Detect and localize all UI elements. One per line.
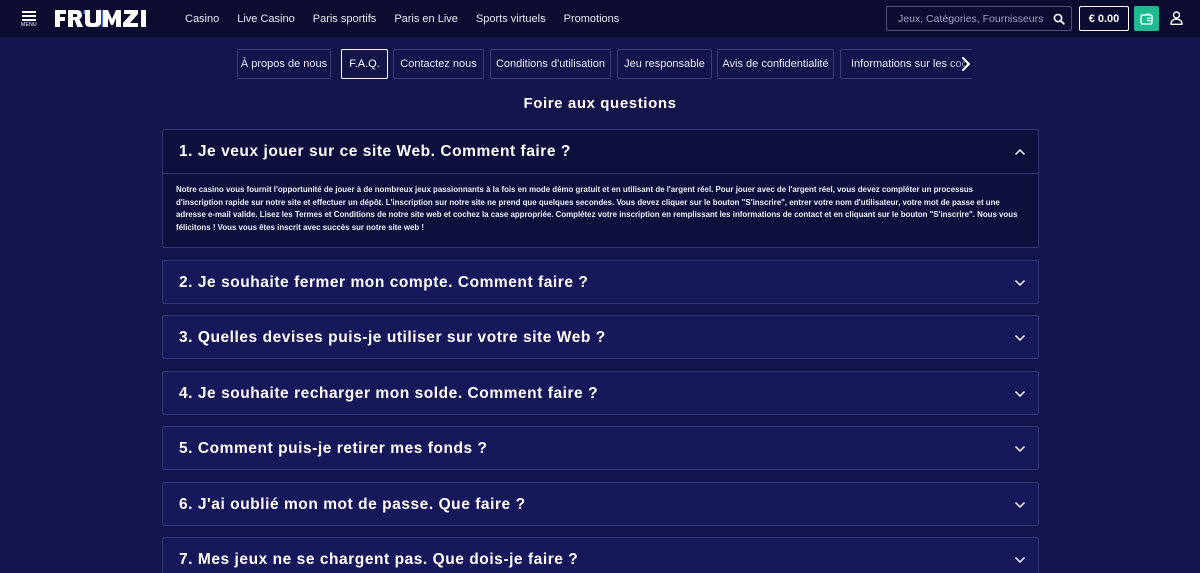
faq-question-toggle[interactable]: 1. Je veux jouer sur ce site Web. Commen… (163, 130, 1038, 173)
hamburger-icon-line (22, 19, 36, 21)
faq-item: 4. Je souhaite recharger mon solde. Comm… (162, 371, 1039, 415)
nav-paris-en-live[interactable]: Paris en Live (394, 13, 458, 25)
wallet-button[interactable] (1134, 6, 1159, 31)
faq-answer: Notre casino vous fournit l'opportunité … (163, 173, 1038, 246)
faq-question: 7. Mes jeux ne se chargent pas. Que dois… (179, 550, 579, 568)
menu-button[interactable]: MENU (16, 9, 42, 29)
user-account-button[interactable] (1166, 8, 1186, 28)
faq-question-toggle[interactable]: 2. Je souhaite fermer mon compte. Commen… (163, 261, 1038, 304)
balance-button[interactable]: € 0.00 (1079, 6, 1129, 31)
chevron-down-icon (1015, 556, 1025, 563)
tab-informations-cookies[interactable]: Informations sur les coo (840, 49, 972, 79)
chevron-up-icon (1015, 148, 1025, 155)
faq-question: 4. Je souhaite recharger mon solde. Comm… (179, 384, 599, 402)
faq-question-toggle[interactable]: 6. J'ai oublié mon mot de passe. Que fai… (163, 483, 1038, 526)
nav-paris-sportifs[interactable]: Paris sportifs (313, 13, 377, 25)
faq-question-toggle[interactable]: 7. Mes jeux ne se chargent pas. Que dois… (163, 538, 1038, 573)
search-box (886, 6, 1072, 31)
nav-live-casino[interactable]: Live Casino (237, 13, 294, 25)
menu-label: MENU (21, 22, 37, 28)
chevron-down-icon (1015, 501, 1025, 508)
frumzi-logo[interactable] (54, 9, 169, 28)
search-icon[interactable] (1047, 7, 1071, 30)
faq-item: 1. Je veux jouer sur ce site Web. Commen… (162, 129, 1039, 248)
faq-question: 1. Je veux jouer sur ce site Web. Commen… (179, 142, 571, 160)
faq-question-toggle[interactable]: 4. Je souhaite recharger mon solde. Comm… (163, 372, 1038, 415)
main-navigation: Casino Live Casino Paris sportifs Paris … (176, 0, 628, 37)
wallet-icon (1140, 12, 1153, 25)
info-tabs: À propos de nous F.A.Q. Contactez nous C… (237, 49, 972, 79)
nav-sports-virtuels[interactable]: Sports virtuels (476, 13, 546, 25)
chevron-down-icon (1015, 390, 1025, 397)
page-title: Foire aux questions (523, 95, 677, 112)
faq-question: 6. J'ai oublié mon mot de passe. Que fai… (179, 495, 526, 513)
faq-question: 5. Comment puis-je retirer mes fonds ? (179, 439, 488, 457)
chevron-right-icon[interactable] (959, 56, 973, 72)
faq-question-toggle[interactable]: 3. Quelles devises puis-je utiliser sur … (163, 316, 1038, 359)
faq-item: 2. Je souhaite fermer mon compte. Commen… (162, 260, 1039, 304)
faq-item: 3. Quelles devises puis-je utiliser sur … (162, 315, 1039, 359)
faq-question: 2. Je souhaite fermer mon compte. Commen… (179, 273, 589, 291)
faq-question: 3. Quelles devises puis-je utiliser sur … (179, 328, 606, 346)
tab-faq[interactable]: F.A.Q. (341, 49, 388, 79)
tab-avis-confidentialite[interactable]: Avis de confidentialité (717, 49, 834, 79)
chevron-down-icon (1015, 334, 1025, 341)
tab-jeu-responsable[interactable]: Jeu responsable (617, 49, 712, 79)
chevron-down-icon (1015, 279, 1025, 286)
tab-conditions[interactable]: Conditions d'utilisation (490, 49, 611, 79)
nav-casino[interactable]: Casino (185, 13, 219, 25)
nav-promotions[interactable]: Promotions (564, 13, 620, 25)
faq-item: 5. Comment puis-je retirer mes fonds ? (162, 426, 1039, 470)
hamburger-icon-line (22, 15, 36, 17)
tab-contactez-nous[interactable]: Contactez nous (393, 49, 484, 79)
tab-a-propos[interactable]: À propos de nous (237, 49, 331, 79)
faq-item: 7. Mes jeux ne se chargent pas. Que dois… (162, 537, 1039, 573)
search-input[interactable] (887, 12, 1047, 25)
faq-item: 6. J'ai oublié mon mot de passe. Que fai… (162, 482, 1039, 526)
faq-question-toggle[interactable]: 5. Comment puis-je retirer mes fonds ? (163, 427, 1038, 470)
chevron-down-icon (1015, 445, 1025, 452)
user-icon (1169, 11, 1183, 25)
hamburger-icon (22, 11, 36, 13)
top-navigation-bar: MENU Casino Live Casino Paris sportifs P… (0, 0, 1200, 37)
